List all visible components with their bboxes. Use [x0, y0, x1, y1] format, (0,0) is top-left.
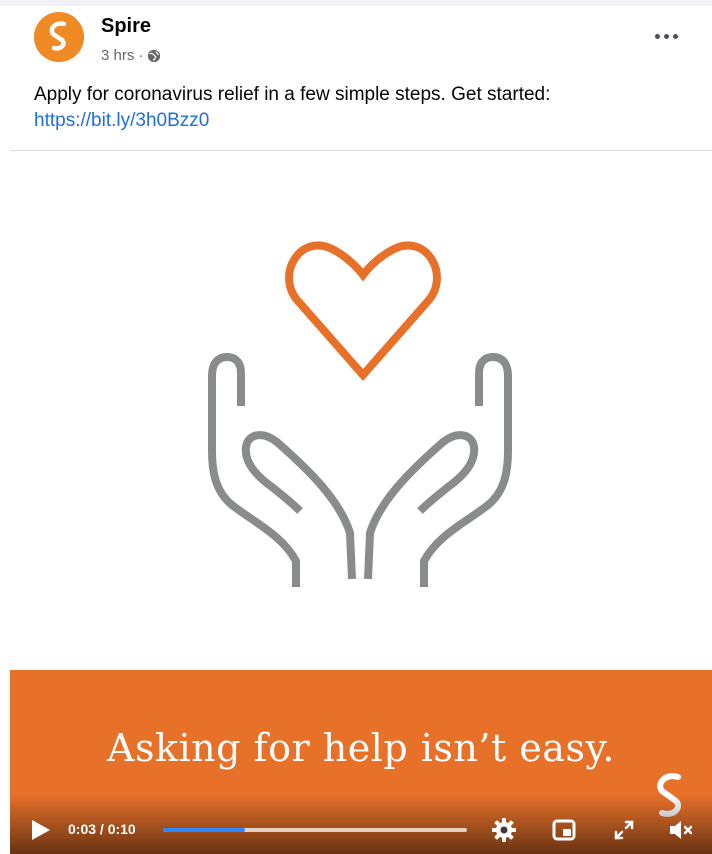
video-controls: 0:03 / 0:10	[10, 806, 712, 854]
page-name-link[interactable]: Spire	[101, 15, 151, 38]
mute-button[interactable]	[666, 816, 694, 844]
more-options-button[interactable]	[648, 22, 684, 50]
post-timestamp[interactable]: 3 hrs	[101, 47, 134, 64]
spire-logo-icon	[34, 12, 84, 62]
more-dots-icon	[654, 33, 660, 39]
heart-icon	[285, 241, 441, 382]
fullscreen-button[interactable]	[610, 816, 638, 844]
video-time: 0:03 / 0:10	[68, 821, 136, 837]
globe-icon[interactable]	[147, 49, 161, 63]
expand-icon	[614, 820, 634, 840]
post-header: Spire 3 hrs ·	[34, 12, 694, 72]
play-icon	[32, 820, 50, 840]
page-avatar[interactable]	[34, 12, 84, 62]
hands-icon	[208, 353, 512, 587]
post-message: Apply for coronavirus relief in a few si…	[34, 84, 551, 105]
progress-bar[interactable]	[163, 828, 467, 832]
banner-caption: Asking for help isn’t easy.	[107, 726, 615, 770]
meta-separator: ·	[138, 47, 144, 64]
post-meta: 3 hrs ·	[101, 47, 161, 64]
picture-in-picture-icon	[552, 819, 576, 841]
video-player[interactable]: Asking for help isn’t easy. 0:03 / 0:10	[10, 151, 712, 854]
post-link[interactable]: https://bit.ly/3h0Bzz0	[34, 108, 694, 134]
heart-in-hands-illustration	[208, 241, 512, 587]
progress-fill	[163, 828, 246, 832]
gear-icon	[492, 818, 516, 842]
settings-button[interactable]	[490, 816, 518, 844]
play-button[interactable]	[30, 818, 52, 842]
feed-top-border	[0, 0, 712, 6]
picture-in-picture-button[interactable]	[550, 816, 578, 844]
speaker-muted-icon	[670, 821, 693, 839]
post-body: Apply for coronavirus relief in a few si…	[34, 82, 694, 134]
